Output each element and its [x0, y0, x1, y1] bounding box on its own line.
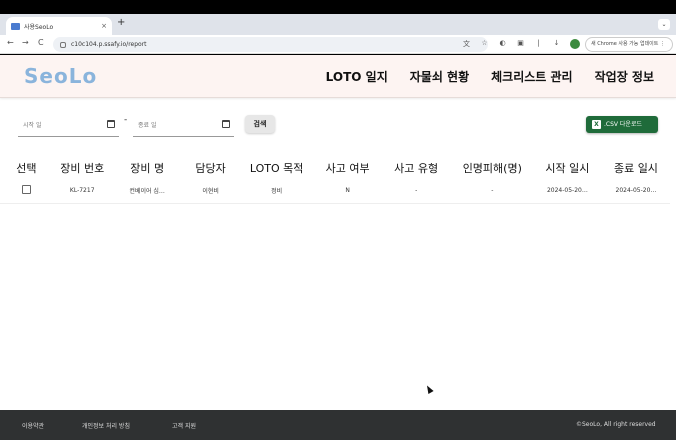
new-tab-button[interactable]: + [117, 17, 125, 28]
forward-button[interactable]: → [22, 38, 29, 47]
calendar-icon[interactable] [107, 120, 115, 128]
site-logo[interactable]: SeoLo [24, 64, 97, 88]
extension-icon[interactable]: ◐ [498, 39, 507, 49]
main-nav: LOTO 일지 자물쇠 현황 체크리스트 관리 작업장 정보 [326, 68, 654, 85]
search-button[interactable]: 검색 [245, 115, 275, 133]
bookmark-star-icon[interactable]: ☆ [480, 39, 489, 49]
nav-lock-status[interactable]: 자물쇠 현황 [410, 68, 469, 85]
footer-privacy-link[interactable]: 개인정보 처리 방침 [82, 421, 130, 430]
tab-title: 사용SeoLo [24, 23, 54, 31]
calendar-icon[interactable] [222, 120, 230, 128]
footer-support-link[interactable]: 고객 지원 [172, 421, 196, 430]
toolbar-icons: 文 ☆ ◐ ▣ | ↓ ▤ [462, 39, 579, 49]
update-chip[interactable]: 새 Chrome 사용 가능 업데이트 ⋮ [585, 37, 673, 52]
browser-tab[interactable]: 사용SeoLo × [6, 17, 112, 35]
table-row[interactable]: KL-7217 컨베이어 심… 이현비 정비 N - - 2024-05-20…… [0, 179, 670, 204]
column-header: 담당자 [195, 162, 226, 175]
column-header: LOTO 목적 [249, 162, 304, 175]
equipment-name-cell: 컨베이어 심… [111, 179, 183, 204]
filter-bar: 시작 일 - 종료 일 검색 X .CSV 다운로드 [18, 113, 658, 141]
row-select-cell [0, 179, 53, 204]
tab-bar: 사용SeoLo × + ⌄ [0, 14, 676, 35]
site-info-icon[interactable] [60, 41, 66, 48]
mouse-cursor-icon [424, 384, 434, 394]
download-icon[interactable]: ↓ [552, 39, 561, 49]
profile-avatar[interactable] [570, 39, 580, 49]
loto-table: 선택 장비 번호 장비 명 담당자 LOTO 목적 사고 여부 사고 유형 인명… [0, 157, 670, 204]
address-bar[interactable]: c10c104.p.ssafy.io/report [53, 37, 488, 52]
nav-workplace[interactable]: 작업장 정보 [595, 68, 654, 85]
back-button[interactable]: ← [7, 38, 14, 47]
favicon-icon [11, 22, 20, 30]
reload-button[interactable]: C [38, 38, 44, 47]
start-date-input[interactable]: 시작 일 [18, 113, 119, 137]
start-time-cell: 2024-05-20… [532, 179, 602, 204]
web-page: SeoLo LOTO 일지 자물쇠 현황 체크리스트 관리 작업장 정보 시작 … [0, 55, 676, 440]
tab-close-icon[interactable]: × [101, 22, 107, 30]
nav-checklist[interactable]: 체크리스트 관리 [491, 68, 572, 85]
end-time-cell: 2024-05-20… [601, 179, 670, 204]
accident-type-cell: - [380, 179, 452, 204]
puzzle-icon[interactable]: ▣ [516, 39, 525, 49]
tab-search-button[interactable]: ⌄ [658, 19, 670, 30]
screen-border [0, 0, 676, 14]
equipment-number-cell: KL-7217 [52, 179, 112, 204]
end-date-placeholder: 종료 일 [138, 122, 157, 129]
column-header: 종료 일시 [613, 162, 658, 175]
date-range-dash: - [124, 115, 128, 125]
excel-icon: X [592, 120, 601, 129]
column-header: 시작 일시 [545, 162, 590, 175]
end-date-input[interactable]: 종료 일 [133, 113, 234, 137]
translate-icon[interactable]: 文 [462, 39, 471, 49]
separator-icon: | [537, 39, 540, 47]
column-header: 사고 여부 [325, 162, 370, 175]
start-date-placeholder: 시작 일 [23, 122, 42, 129]
column-header: 선택 [16, 162, 37, 175]
browser-toolbar: ← → C c10c104.p.ssafy.io/report 文 ☆ ◐ ▣ … [0, 35, 676, 54]
casualties-cell: - [451, 179, 533, 204]
site-footer: 이용약관 개인정보 처리 방침 고객 지원 ©SeoLo, All right … [0, 410, 676, 440]
column-header: 장비 번호 [60, 162, 105, 175]
csv-download-button[interactable]: X .CSV 다운로드 [586, 116, 658, 133]
column-header: 사고 유형 [394, 162, 439, 175]
nav-loto-log[interactable]: LOTO 일지 [326, 68, 388, 85]
manager-cell: 이현비 [182, 179, 239, 204]
column-header: 장비 명 [130, 162, 165, 175]
column-header: 인명피해(명) [462, 162, 522, 175]
url-text: c10c104.p.ssafy.io/report [71, 41, 147, 48]
row-checkbox[interactable] [21, 185, 31, 195]
footer-copyright: ©SeoLo, All right reserved [576, 421, 656, 428]
browser-window: 사용SeoLo × + ⌄ ← → C c10c104.p.ssafy.io/r… [0, 0, 676, 440]
site-header: SeoLo LOTO 일지 자물쇠 현황 체크리스트 관리 작업장 정보 [0, 55, 676, 98]
csv-download-label: .CSV 다운로드 [604, 121, 642, 128]
table-header-row: 선택 장비 번호 장비 명 담당자 LOTO 목적 사고 여부 사고 유형 인명… [0, 157, 670, 179]
footer-terms-link[interactable]: 이용약관 [22, 421, 44, 430]
loto-purpose-cell: 정비 [238, 179, 315, 204]
accident-flag-cell: N [314, 179, 381, 204]
